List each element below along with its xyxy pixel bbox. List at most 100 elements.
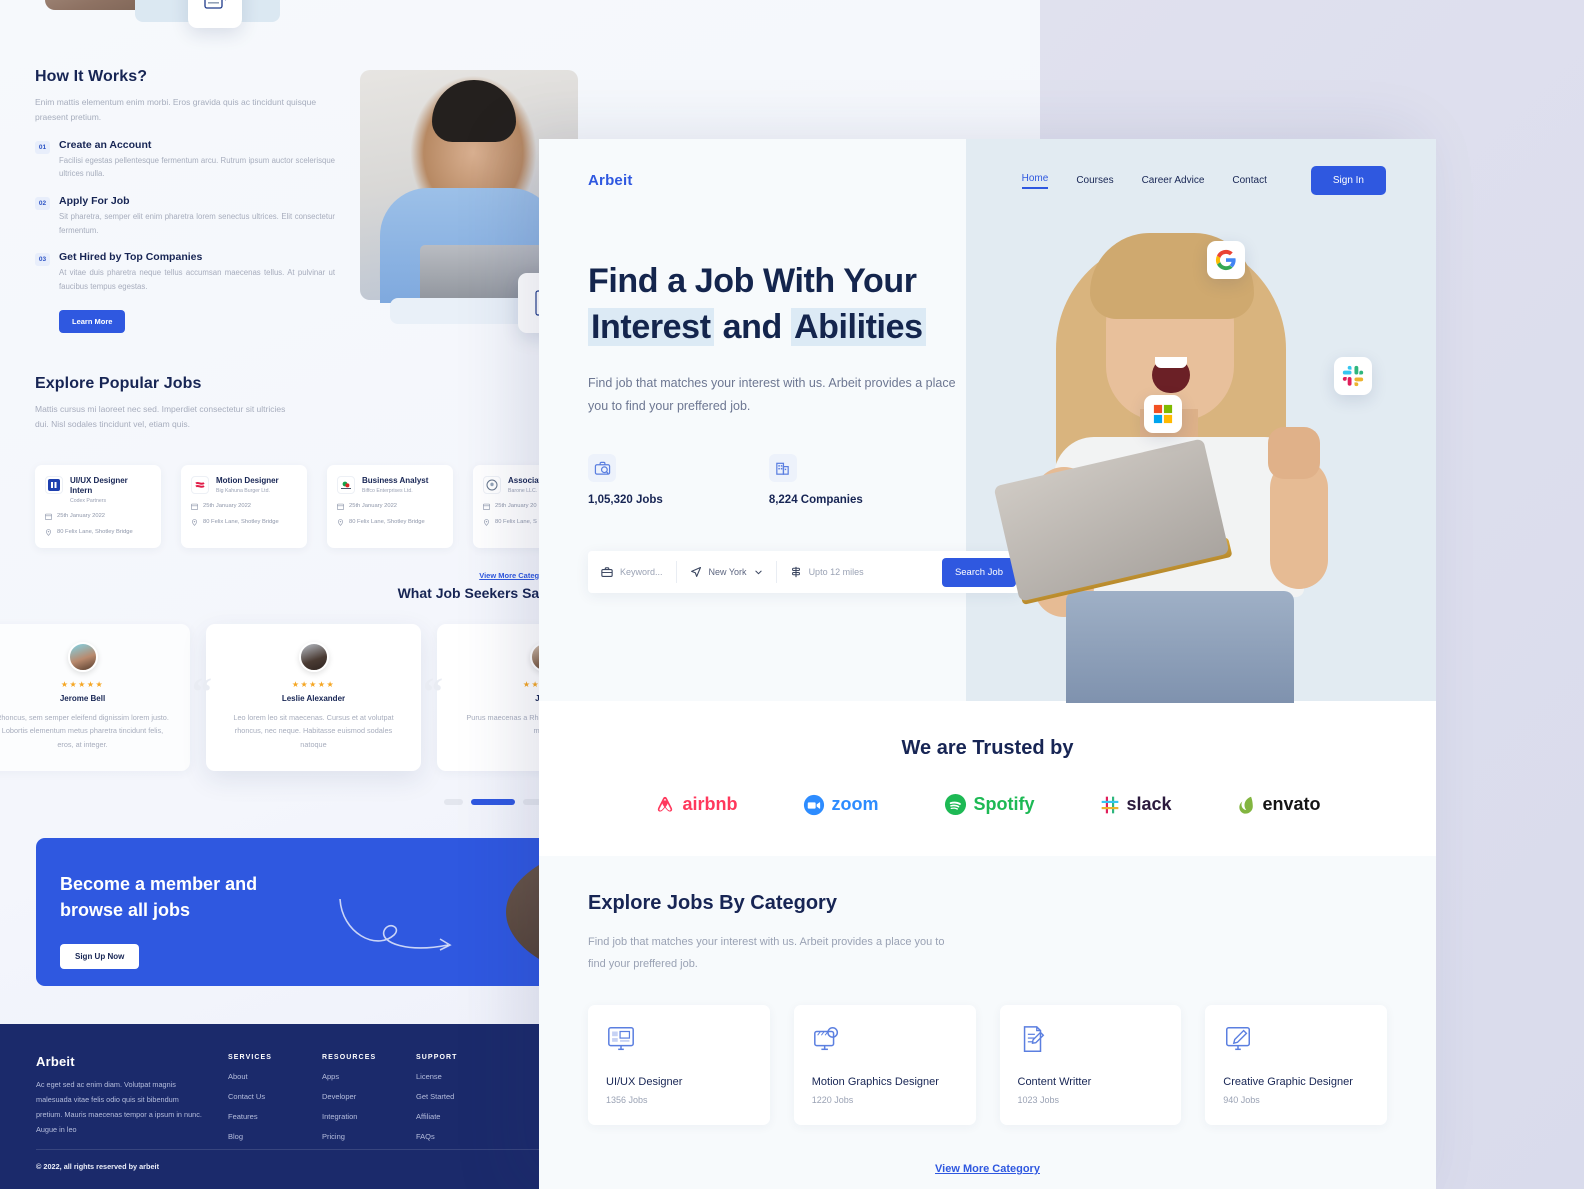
footer-link[interactable]: Features (228, 1112, 322, 1121)
footer-link[interactable]: Contact Us (228, 1092, 322, 1101)
cta-heading-line2: browse all jobs (60, 899, 191, 920)
location-pin-icon (46, 528, 51, 536)
testimonial-text: Leo lorem leo sit maecenas. Cursus et at… (233, 713, 394, 749)
footer-column-head: SUPPORT (416, 1054, 458, 1061)
hero-heading-highlight-interest: Interest (588, 307, 714, 346)
sign-in-button[interactable]: Sign In (1310, 166, 1386, 195)
nav-item-career-advice[interactable]: Career Advice (1142, 175, 1205, 186)
search-location-value: New York (708, 567, 747, 577)
photo-mouth (1152, 357, 1190, 393)
job-card[interactable]: Motion Designer Big Kahuna Burger Ltd. 2… (181, 464, 307, 548)
category-card[interactable]: Motion Graphics Designer 1220 Jobs (793, 1005, 976, 1125)
footer-link[interactable]: Integration (322, 1112, 416, 1121)
trusted-by-title: We are Trusted by (901, 737, 1074, 759)
microsoft-icon (1144, 395, 1182, 433)
brand-name: zoom (831, 794, 879, 814)
job-title: UI/UX Designer Intern (70, 475, 128, 495)
category-card[interactable]: Content Writter 1023 Jobs (999, 1005, 1182, 1125)
brand-name: airbnb (682, 794, 738, 814)
job-date: 25th January 2022 (203, 503, 252, 510)
slack-logo: slack (1100, 794, 1172, 815)
footer-column-resources: RESOURCES Apps Developer Integration Pri… (322, 1054, 416, 1141)
brand-logo[interactable]: Arbeit (588, 172, 633, 189)
how-it-works-step: 02 Apply For Job Sit pharetra, semper el… (35, 195, 335, 237)
foreground-landing-page: Arbeit Home Courses Career Advice Contac… (539, 139, 1436, 1189)
footer-link[interactable]: FAQs (416, 1132, 510, 1141)
navigation-arrow-icon (690, 566, 701, 578)
footer-link[interactable]: Blog (228, 1132, 322, 1141)
footer-link[interactable]: License (416, 1072, 510, 1081)
footer-link[interactable]: About (228, 1072, 322, 1081)
search-radius-value: Upto 12 miles (808, 567, 864, 577)
step-description: Sit pharetra, semper elit enim pharetra … (59, 212, 335, 235)
footer-link[interactable]: Affiliate (416, 1112, 510, 1121)
testimonial-text: Rhoncus, sem semper eleifend dignissim l… (0, 713, 169, 749)
search-location-field[interactable]: New York (675, 561, 776, 583)
how-it-works-step: 03 Get Hired by Top Companies At vitae d… (35, 251, 335, 293)
step-title: Create an Account (59, 138, 152, 151)
graphic-brush-icon (1223, 1027, 1253, 1058)
how-it-works-step: 01 Create an Account Facilisi egestas pe… (35, 139, 335, 181)
footer-copyright: © 2022, all rights reserved by arbeit (36, 1162, 159, 1171)
popular-jobs-subtitle: Mattis cursus mi laoreet nec sed. Imperd… (35, 404, 286, 429)
nav-item-contact[interactable]: Contact (1232, 175, 1266, 186)
carousel-dot[interactable] (444, 799, 463, 806)
nav-item-home[interactable]: Home (1021, 173, 1049, 189)
search-keyword-placeholder: Keyword... (620, 567, 663, 577)
rating-stars: ★★★★★ (291, 680, 336, 689)
job-location-row: 80 Felix Lane, Shotley Bridge (337, 518, 443, 526)
categories-subtitle: Find job that matches your interest with… (588, 936, 945, 970)
learn-more-button[interactable]: Learn More (59, 309, 126, 333)
briefcase-icon (601, 567, 613, 578)
footer-column-head: SERVICES (228, 1054, 273, 1061)
category-card-list: UI/UX Designer 1356 Jobs Motion Graphics… (588, 1005, 1387, 1125)
location-pin-icon (192, 518, 197, 526)
avatar (298, 642, 329, 672)
step-description: At vitae duis pharetra neque tellus accu… (59, 268, 335, 291)
search-keyword-field[interactable]: Keyword... (588, 561, 676, 583)
job-date: 25th January 2022 (57, 513, 106, 520)
category-name: Content Writter (1017, 1076, 1092, 1088)
location-pin-icon (338, 518, 343, 526)
calendar-icon (483, 503, 490, 510)
testimonial-card[interactable]: ★★★★★ Jerome Bell Rhoncus, sem semper el… (0, 624, 190, 772)
category-job-count: 1023 Jobs (1017, 1095, 1060, 1105)
job-date: 25th January 2022 (349, 503, 398, 510)
testimonial-name: Jerome Bell (59, 694, 106, 703)
chevron-down-icon (754, 570, 762, 574)
how-it-works-title: How It Works? (35, 68, 148, 85)
footer-link[interactable]: Get Started (416, 1092, 510, 1101)
job-card[interactable]: UI/UX Designer Intern Codex Partners 25t… (35, 464, 161, 548)
envato-logo: envato (1238, 794, 1321, 815)
category-job-count: 1220 Jobs (811, 1095, 854, 1105)
photo-hair (432, 80, 516, 142)
how-it-works-section: How It Works? Enim mattis elementum enim… (35, 68, 335, 333)
step-number: 02 (35, 197, 50, 211)
view-more-category-link[interactable]: View More Category (935, 1163, 1040, 1175)
envato-icon (1238, 796, 1253, 814)
photo-fist (1268, 427, 1320, 479)
top-clipped-imagery (35, 0, 285, 35)
motion-graphics-icon (812, 1027, 842, 1058)
calendar-icon (337, 503, 344, 510)
category-card[interactable]: Creative Graphic Designer 940 Jobs (1205, 1005, 1387, 1125)
testimonial-card[interactable]: “ ★★★★★ Leslie Alexander Leo lorem leo s… (192, 624, 421, 772)
search-radius-field[interactable]: Upto 12 miles (775, 561, 877, 583)
document-search-badge-icon (188, 0, 242, 28)
job-location-row: 80 Felix Lane, Shotley Bridge (191, 518, 297, 526)
nav-item-courses[interactable]: Courses (1076, 175, 1113, 186)
sign-up-now-button[interactable]: Sign Up Now (60, 944, 140, 969)
building-icon (768, 454, 797, 482)
brand-name: envato (1262, 794, 1321, 814)
job-card[interactable]: Business Analyst Biffco Enterprises Ltd.… (327, 464, 453, 548)
stat-jobs-value: 1,05,320 Jobs (588, 494, 663, 506)
job-location: 80 Felix Lane, Shotley Bridge (203, 519, 279, 526)
footer-link[interactable]: Developer (322, 1092, 416, 1101)
carousel-dot-active[interactable] (471, 799, 515, 806)
job-location-row: 80 Felix Lane, Shotley Bridge (45, 528, 151, 536)
footer-link[interactable]: Pricing (322, 1132, 416, 1141)
hero-statistics: 1,05,320 Jobs 8,224 Companies (588, 454, 863, 506)
category-card[interactable]: UI/UX Designer 1356 Jobs (588, 1005, 770, 1125)
footer-link[interactable]: Apps (322, 1072, 416, 1081)
rating-stars: ★★★★★ (60, 680, 105, 689)
